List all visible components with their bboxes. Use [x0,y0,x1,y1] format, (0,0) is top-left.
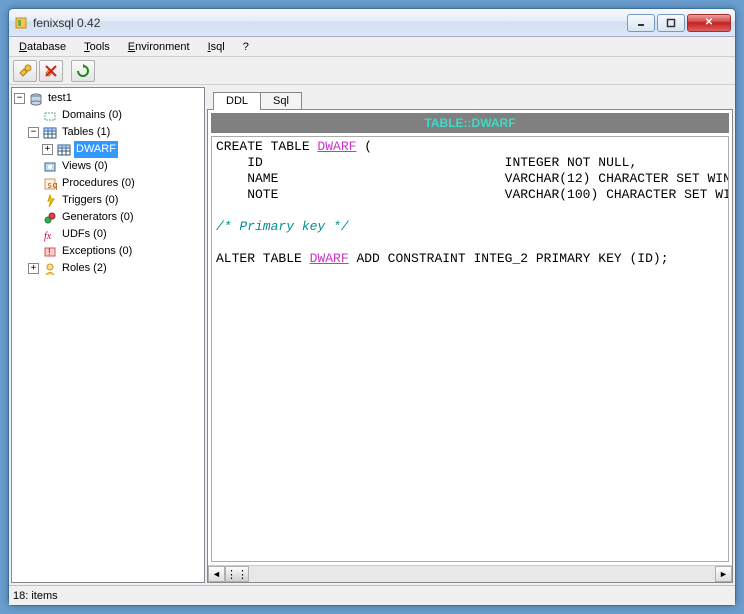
menu-tools[interactable]: Tools [80,39,114,55]
menu-isql[interactable]: Isql [204,39,229,55]
udf-icon: fx [42,227,58,243]
procedure-icon: sql [42,176,58,192]
ddl-viewer[interactable]: CREATE TABLE DWARF ( ID INTEGER NOT NULL… [211,136,729,562]
h-scrollbar[interactable]: ◄ ⋮⋮ ► [208,565,732,582]
scroll-thumb[interactable]: ⋮⋮ [225,566,249,582]
node-label: test1 [46,90,74,107]
generator-icon [42,210,58,226]
app-window: fenixsql 0.42 ✕ Database Tools Environme… [8,8,736,606]
tab-body: TABLE::DWARF CREATE TABLE DWARF ( ID INT… [207,109,733,583]
svg-text:fx: fx [44,231,52,242]
menu-environment[interactable]: Environment [124,39,194,55]
close-button[interactable]: ✕ [687,14,731,32]
tree-node-exceptions[interactable]: ! Exceptions (0) [14,243,202,260]
node-label: Procedures (0) [60,175,137,192]
maximize-button[interactable] [657,14,685,32]
collapse-icon[interactable]: − [14,93,25,104]
minimize-button[interactable] [627,14,655,32]
tree-node-views[interactable]: Views (0) [14,158,202,175]
content-area: − test1 Domains (0) [9,85,735,585]
toolbar-disconnect-button[interactable] [39,60,63,82]
tree-node-roles[interactable]: + Roles (2) [14,260,202,277]
menubar: Database Tools Environment Isql ? [9,37,735,57]
toolbar-connect-button[interactable] [13,60,37,82]
toolbar-refresh-button[interactable] [71,60,95,82]
domain-icon [42,108,58,124]
tree-node-generators[interactable]: Generators (0) [14,209,202,226]
database-icon [28,91,44,107]
svg-text:sql: sql [47,181,57,191]
app-icon [13,15,29,31]
titlebar[interactable]: fenixsql 0.42 ✕ [9,9,735,37]
node-label: Triggers (0) [60,192,120,209]
node-label: Generators (0) [60,209,136,226]
tree-node-triggers[interactable]: Triggers (0) [14,192,202,209]
statusbar: 18: items [9,585,735,605]
menu-database[interactable]: Database [15,39,70,55]
status-text: 18: items [13,590,58,602]
collapse-icon[interactable]: − [28,127,39,138]
trigger-icon [42,193,58,209]
node-label: DWARF [74,141,118,158]
expand-icon[interactable]: + [42,144,53,155]
exception-icon: ! [42,244,58,260]
node-label: Exceptions (0) [60,243,134,260]
object-banner: TABLE::DWARF [211,113,729,133]
tab-sql[interactable]: Sql [260,92,302,109]
role-icon [42,261,58,277]
node-label: Tables (1) [60,124,112,141]
node-label: Domains (0) [60,107,124,124]
tree-node-dwarf[interactable]: + DWARF [14,141,202,158]
node-label: Roles (2) [60,260,109,277]
menu-help[interactable]: ? [239,39,253,55]
svg-text:!: ! [48,247,51,257]
window-title: fenixsql 0.42 [33,16,627,30]
table-icon [42,125,58,141]
view-icon [42,159,58,175]
scroll-track[interactable] [249,566,715,582]
tree-node-database[interactable]: − test1 [14,90,202,107]
scroll-right-button[interactable]: ► [715,566,732,582]
tree-node-udfs[interactable]: fx UDFs (0) [14,226,202,243]
table-icon [56,142,72,158]
tree-node-domains[interactable]: Domains (0) [14,107,202,124]
tabstrip: DDL Sql [207,87,733,109]
toolbar [9,57,735,85]
detail-panel: DDL Sql TABLE::DWARF CREATE TABLE DWARF … [207,87,733,583]
object-tree[interactable]: − test1 Domains (0) [11,87,205,583]
tab-ddl[interactable]: DDL [213,92,261,110]
ddl-text: CREATE TABLE DWARF ( ID INTEGER NOT NULL… [212,137,728,269]
tree-node-tables[interactable]: − Tables (1) [14,124,202,141]
node-label: UDFs (0) [60,226,109,243]
scroll-left-button[interactable]: ◄ [208,566,225,582]
node-label: Views (0) [60,158,110,175]
expand-icon[interactable]: + [28,263,39,274]
tree-node-procedures[interactable]: sql Procedures (0) [14,175,202,192]
